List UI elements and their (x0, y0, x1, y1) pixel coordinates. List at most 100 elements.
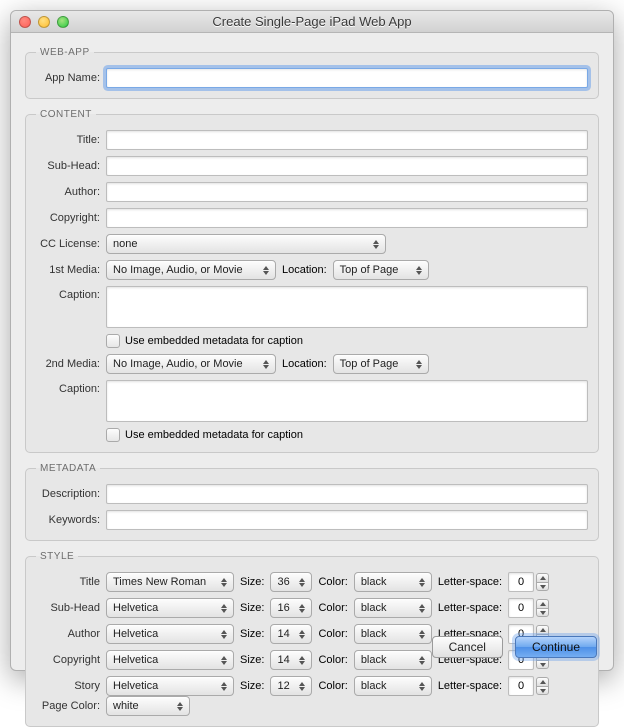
caption2-label: Caption: (36, 380, 106, 395)
updown-icon (297, 653, 307, 667)
style-row-label: Copyright (36, 654, 106, 666)
updown-icon (417, 627, 427, 641)
author-label: Author: (36, 186, 106, 198)
size-select[interactable]: 14 (270, 624, 312, 644)
font-select[interactable]: Times New Roman (106, 572, 234, 592)
updown-icon (219, 653, 229, 667)
media2-select[interactable]: No Image, Audio, or Movie (106, 354, 276, 374)
updown-icon (371, 237, 381, 251)
close-icon[interactable] (19, 16, 31, 28)
copyright-field[interactable] (106, 208, 588, 228)
keywords-label: Keywords: (36, 514, 106, 526)
updown-icon (417, 653, 427, 667)
updown-icon (417, 679, 427, 693)
cc-label: CC License: (36, 238, 106, 250)
app-name-label: App Name: (36, 72, 106, 84)
color-select[interactable]: black (354, 650, 432, 670)
caption1-field[interactable] (106, 286, 588, 328)
location1-select[interactable]: Top of Page (333, 260, 429, 280)
size-select[interactable]: 16 (270, 598, 312, 618)
updown-icon (297, 601, 307, 615)
letterspace-stepper[interactable] (536, 599, 549, 617)
updown-icon (219, 627, 229, 641)
embedded2-checkbox[interactable] (106, 428, 120, 442)
zoom-icon[interactable] (57, 16, 69, 28)
metadata-legend: METADATA (36, 463, 100, 474)
color-label: Color: (318, 576, 347, 588)
caption1-label: Caption: (36, 286, 106, 301)
embedded2-label: Use embedded metadata for caption (125, 429, 303, 441)
page-color-select[interactable]: white (106, 696, 190, 716)
location2-select[interactable]: Top of Page (333, 354, 429, 374)
size-label: Size: (240, 602, 264, 614)
keywords-field[interactable] (106, 510, 588, 530)
color-label: Color: (318, 602, 347, 614)
style-row-label: Title (36, 576, 106, 588)
title-field[interactable] (106, 130, 588, 150)
media1-select[interactable]: No Image, Audio, or Movie (106, 260, 276, 280)
desc-field[interactable] (106, 484, 588, 504)
metadata-group: METADATA Description: Keywords: (25, 463, 599, 541)
style-row-label: Sub-Head (36, 602, 106, 614)
letterspace-stepper[interactable] (536, 573, 549, 591)
font-select[interactable]: Helvetica (106, 676, 234, 696)
size-select[interactable]: 12 (270, 676, 312, 696)
minimize-icon[interactable] (38, 16, 50, 28)
font-select[interactable]: Helvetica (106, 650, 234, 670)
author-field[interactable] (106, 182, 588, 202)
size-label: Size: (240, 680, 264, 692)
letterspace-field[interactable] (508, 572, 534, 592)
style-row-label: Story (36, 680, 106, 692)
updown-icon (261, 357, 271, 371)
letterspace-label: Letter-space: (438, 602, 502, 614)
location1-label: Location: (282, 264, 327, 276)
updown-icon (219, 601, 229, 615)
caption2-field[interactable] (106, 380, 588, 422)
app-name-field[interactable] (106, 68, 588, 88)
size-select[interactable]: 14 (270, 650, 312, 670)
dialog-window: Create Single-Page iPad Web App WEB-APP … (10, 10, 614, 671)
letterspace-stepper[interactable] (536, 677, 549, 695)
updown-icon (297, 627, 307, 641)
color-select[interactable]: black (354, 676, 432, 696)
title-label: Title: (36, 134, 106, 146)
content-area: WEB-APP App Name: CONTENT Title: Sub-Hea… (11, 33, 613, 727)
font-select[interactable]: Helvetica (106, 598, 234, 618)
subhead-label: Sub-Head: (36, 160, 106, 172)
content-group: CONTENT Title: Sub-Head: Author: Copyrig… (25, 109, 599, 453)
media1-label: 1st Media: (36, 264, 106, 276)
continue-button[interactable]: Continue (515, 636, 597, 658)
size-select[interactable]: 36 (270, 572, 312, 592)
location2-label: Location: (282, 358, 327, 370)
font-select[interactable]: Helvetica (106, 624, 234, 644)
size-label: Size: (240, 576, 264, 588)
color-label: Color: (318, 680, 347, 692)
letterspace-label: Letter-space: (438, 576, 502, 588)
color-label: Color: (318, 654, 347, 666)
button-bar: Cancel Continue (432, 636, 597, 658)
updown-icon (261, 263, 271, 277)
cancel-button[interactable]: Cancel (432, 636, 503, 658)
color-label: Color: (318, 628, 347, 640)
webapp-group: WEB-APP App Name: (25, 47, 599, 99)
updown-icon (414, 357, 424, 371)
updown-icon (219, 679, 229, 693)
subhead-field[interactable] (106, 156, 588, 176)
cc-license-select[interactable]: none (106, 234, 386, 254)
color-select[interactable]: black (354, 598, 432, 618)
color-select[interactable]: black (354, 572, 432, 592)
media2-label: 2nd Media: (36, 358, 106, 370)
updown-icon (219, 575, 229, 589)
updown-icon (414, 263, 424, 277)
embedded1-checkbox[interactable] (106, 334, 120, 348)
embedded1-label: Use embedded metadata for caption (125, 335, 303, 347)
color-select[interactable]: black (354, 624, 432, 644)
page-color-label: Page Color: (36, 700, 106, 712)
desc-label: Description: (36, 488, 106, 500)
style-row-label: Author (36, 628, 106, 640)
style-legend: STYLE (36, 551, 78, 562)
letterspace-field[interactable] (508, 676, 534, 696)
letterspace-label: Letter-space: (438, 680, 502, 692)
window-title: Create Single-Page iPad Web App (11, 14, 613, 29)
letterspace-field[interactable] (508, 598, 534, 618)
